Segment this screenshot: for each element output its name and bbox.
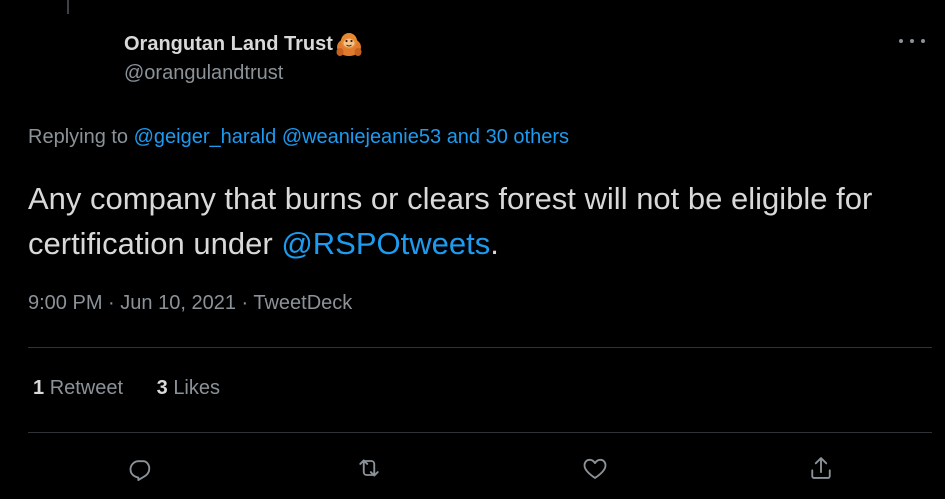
like-button[interactable] [580, 453, 610, 483]
retweets-stat[interactable]: 1 Retweet [33, 377, 123, 399]
heart-icon [583, 458, 607, 479]
reply-button[interactable] [126, 453, 156, 483]
meta-separator: · [241, 292, 249, 314]
share-button[interactable] [806, 453, 836, 483]
retweet-icon [359, 459, 379, 477]
divider-bottom [28, 432, 932, 433]
retweets-count: 1 [33, 377, 45, 399]
tweet-header: Orangutan Land Trust @orangulandtrust [124, 30, 945, 90]
replying-to-line: Replying to @geiger_harald @weaniejeanie… [28, 126, 569, 149]
tweet-metadata: 9:00 PM · Jun 10, 2021 · TweetDeck [28, 292, 352, 315]
reply-others-link[interactable]: and 30 others [447, 126, 569, 148]
likes-count: 3 [156, 377, 168, 399]
retweets-label: Retweet [49, 377, 124, 399]
tweet-date[interactable]: Jun 10, 2021 [120, 292, 236, 314]
more-dot [910, 39, 914, 43]
orangutan-emoji-icon [335, 30, 363, 58]
tweet-source[interactable]: TweetDeck [253, 292, 352, 314]
likes-label: Likes [173, 377, 221, 399]
meta-separator: · [108, 292, 115, 314]
rspo-mention-link[interactable]: @RSPOtweets [281, 226, 490, 261]
share-icon [811, 457, 831, 479]
more-dot [899, 39, 903, 43]
reply-icon [129, 460, 151, 481]
more-horizontal-icon[interactable] [899, 36, 925, 46]
author-handle[interactable]: @orangulandtrust [124, 62, 945, 85]
author-name-row[interactable]: Orangutan Land Trust [124, 30, 945, 58]
tweet-text: Any company that burns or clears forest … [28, 176, 908, 266]
more-dot [921, 39, 925, 43]
reply-mention-geiger-harald[interactable]: @geiger_harald [134, 126, 277, 148]
likes-stat[interactable]: 3 Likes [157, 377, 220, 399]
author-display-name[interactable]: Orangutan Land Trust [124, 33, 333, 56]
reply-mention-weaniejeanie53[interactable]: @weaniejeanie53 [282, 126, 441, 148]
tweet-text-end: . [490, 226, 499, 261]
tweet-time[interactable]: 9:00 PM [28, 292, 102, 314]
replying-prefix: Replying to [28, 126, 129, 148]
divider-top [28, 347, 932, 348]
thread-connector-line [67, 0, 69, 14]
tweet-stats: 1 Retweet 3 Likes [33, 377, 248, 400]
retweet-button[interactable] [354, 453, 384, 483]
